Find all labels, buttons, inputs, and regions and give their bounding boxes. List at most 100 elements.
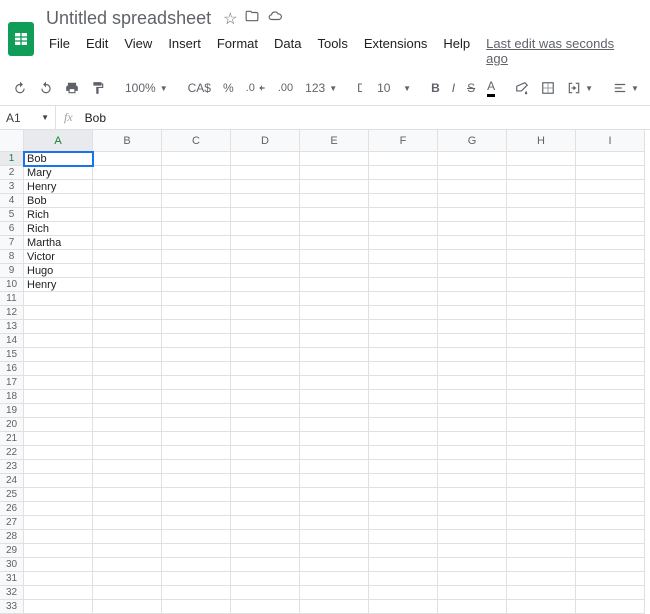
cell[interactable] bbox=[438, 600, 507, 614]
cell[interactable] bbox=[369, 474, 438, 488]
cell[interactable] bbox=[93, 278, 162, 292]
cell[interactable] bbox=[507, 432, 576, 446]
font-size-select[interactable]: 10 ▼ bbox=[372, 77, 416, 99]
cell[interactable] bbox=[507, 376, 576, 390]
cell[interactable] bbox=[507, 166, 576, 180]
cell[interactable] bbox=[231, 474, 300, 488]
strikethrough-button[interactable]: S bbox=[462, 77, 480, 99]
cell[interactable] bbox=[369, 320, 438, 334]
cell[interactable] bbox=[162, 306, 231, 320]
cell[interactable] bbox=[162, 586, 231, 600]
cell[interactable] bbox=[231, 166, 300, 180]
sheets-logo[interactable] bbox=[8, 22, 34, 56]
cell[interactable] bbox=[576, 222, 645, 236]
cell[interactable]: Henry bbox=[24, 278, 93, 292]
cell[interactable] bbox=[24, 558, 93, 572]
cell[interactable] bbox=[162, 446, 231, 460]
cell[interactable] bbox=[438, 306, 507, 320]
cell[interactable] bbox=[576, 516, 645, 530]
cell[interactable] bbox=[93, 180, 162, 194]
cell[interactable] bbox=[369, 208, 438, 222]
cell[interactable] bbox=[438, 390, 507, 404]
cell[interactable] bbox=[576, 292, 645, 306]
cell[interactable] bbox=[300, 502, 369, 516]
cell[interactable] bbox=[507, 152, 576, 166]
cell[interactable] bbox=[24, 292, 93, 306]
cell[interactable] bbox=[300, 586, 369, 600]
zoom-select[interactable]: 100%▼ bbox=[120, 77, 173, 99]
cell[interactable] bbox=[369, 166, 438, 180]
cell[interactable] bbox=[93, 600, 162, 614]
formula-bar[interactable]: Bob bbox=[81, 111, 650, 125]
cell[interactable] bbox=[231, 544, 300, 558]
cell[interactable] bbox=[231, 572, 300, 586]
cell[interactable] bbox=[576, 334, 645, 348]
print-button[interactable] bbox=[60, 77, 84, 99]
cell[interactable] bbox=[507, 474, 576, 488]
row-header[interactable]: 16 bbox=[0, 362, 24, 376]
row-header[interactable]: 30 bbox=[0, 558, 24, 572]
column-header[interactable]: I bbox=[576, 130, 645, 152]
cell[interactable] bbox=[231, 264, 300, 278]
cell[interactable] bbox=[369, 600, 438, 614]
cell[interactable] bbox=[438, 348, 507, 362]
cell[interactable]: Victor bbox=[24, 250, 93, 264]
last-edit-link[interactable]: Last edit was seconds ago bbox=[479, 33, 642, 69]
select-all-corner[interactable] bbox=[0, 130, 24, 152]
row-header[interactable]: 17 bbox=[0, 376, 24, 390]
cell[interactable] bbox=[300, 264, 369, 278]
cell[interactable] bbox=[369, 222, 438, 236]
cell[interactable] bbox=[24, 348, 93, 362]
cell[interactable] bbox=[300, 432, 369, 446]
cell[interactable] bbox=[300, 236, 369, 250]
cell[interactable] bbox=[369, 362, 438, 376]
cell[interactable] bbox=[231, 516, 300, 530]
cell[interactable] bbox=[162, 600, 231, 614]
cell[interactable] bbox=[162, 460, 231, 474]
cell[interactable] bbox=[24, 474, 93, 488]
cell[interactable] bbox=[231, 530, 300, 544]
cell[interactable] bbox=[438, 264, 507, 278]
cell[interactable] bbox=[93, 362, 162, 376]
cell[interactable] bbox=[576, 502, 645, 516]
cell[interactable] bbox=[231, 460, 300, 474]
cell[interactable] bbox=[24, 404, 93, 418]
cell[interactable] bbox=[576, 404, 645, 418]
row-header[interactable]: 22 bbox=[0, 446, 24, 460]
column-header[interactable]: A bbox=[24, 130, 93, 152]
row-header[interactable]: 25 bbox=[0, 488, 24, 502]
cell[interactable] bbox=[576, 362, 645, 376]
cell[interactable] bbox=[24, 446, 93, 460]
cell[interactable] bbox=[162, 166, 231, 180]
cell[interactable] bbox=[162, 488, 231, 502]
document-title[interactable]: Untitled spreadsheet bbox=[42, 6, 215, 31]
cell[interactable] bbox=[438, 166, 507, 180]
cell[interactable] bbox=[300, 446, 369, 460]
row-header[interactable]: 21 bbox=[0, 432, 24, 446]
cell[interactable] bbox=[576, 390, 645, 404]
cell[interactable] bbox=[576, 236, 645, 250]
cell[interactable] bbox=[438, 278, 507, 292]
cell[interactable] bbox=[93, 152, 162, 166]
row-header[interactable]: 28 bbox=[0, 530, 24, 544]
cell[interactable] bbox=[162, 362, 231, 376]
cell[interactable] bbox=[300, 320, 369, 334]
cell[interactable] bbox=[300, 306, 369, 320]
column-header[interactable]: E bbox=[300, 130, 369, 152]
cell[interactable] bbox=[162, 558, 231, 572]
cell[interactable]: Bob bbox=[24, 194, 93, 208]
cell[interactable] bbox=[162, 516, 231, 530]
cell[interactable] bbox=[24, 390, 93, 404]
column-header[interactable]: C bbox=[162, 130, 231, 152]
menu-insert[interactable]: Insert bbox=[161, 33, 208, 69]
cell[interactable] bbox=[438, 488, 507, 502]
star-icon[interactable]: ☆ bbox=[223, 9, 237, 29]
cell[interactable] bbox=[162, 404, 231, 418]
cell[interactable] bbox=[93, 474, 162, 488]
row-header[interactable]: 29 bbox=[0, 544, 24, 558]
cell[interactable] bbox=[369, 306, 438, 320]
cell[interactable]: Bob bbox=[24, 152, 93, 166]
cell[interactable] bbox=[93, 488, 162, 502]
cell[interactable] bbox=[576, 348, 645, 362]
cell[interactable] bbox=[369, 292, 438, 306]
